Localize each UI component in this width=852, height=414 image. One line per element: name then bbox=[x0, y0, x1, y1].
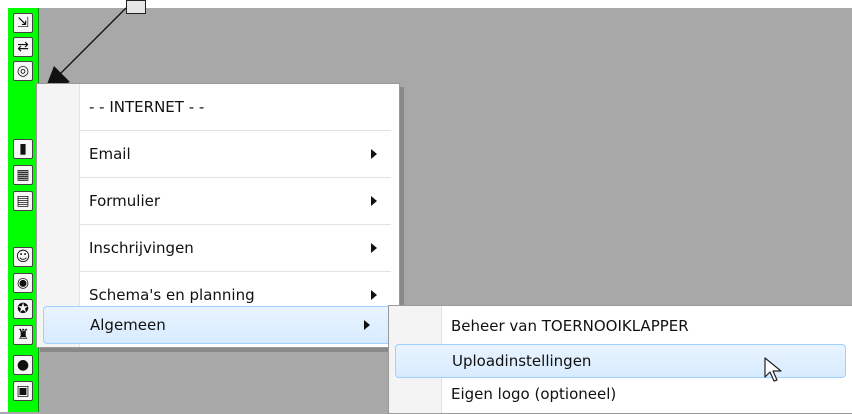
schedule-icon[interactable]: ▤ bbox=[11, 190, 35, 212]
people-icon[interactable]: ☺ bbox=[11, 246, 35, 268]
calendar-icon[interactable]: ▦ bbox=[11, 164, 35, 186]
trophy-icon[interactable]: ♜ bbox=[11, 324, 35, 346]
menu-item-label: - - INTERNET - - bbox=[89, 98, 205, 116]
exit-door-icon[interactable]: ⇲ bbox=[11, 12, 35, 34]
award-icon[interactable]: ✪ bbox=[11, 298, 35, 320]
mouse-pointer-icon bbox=[764, 357, 782, 382]
submenu-arrow-icon bbox=[371, 149, 377, 159]
menu-header-internet: - - INTERNET - - bbox=[79, 84, 399, 130]
menu-item-email[interactable]: Email bbox=[79, 131, 399, 177]
swap-arrows-icon[interactable]: ⇄ bbox=[11, 36, 35, 58]
menu-item-label: Inschrijvingen bbox=[89, 239, 194, 257]
submenu-item-eigen-logo[interactable]: Eigen logo (optioneel) bbox=[441, 378, 852, 410]
submenu-item-beheer-toernooiklapper[interactable]: Beheer van TOERNOOIKLAPPER bbox=[441, 310, 852, 342]
coin-icon[interactable]: ● bbox=[11, 354, 35, 376]
submenu-arrow-icon bbox=[371, 243, 377, 253]
submenu-item-label: Uploadinstellingen bbox=[452, 352, 592, 370]
globe-icon[interactable]: ◎ bbox=[11, 60, 35, 82]
submenu-arrow-icon bbox=[364, 320, 370, 330]
internet-context-menu: - - INTERNET - - Email Formulier Inschri… bbox=[36, 83, 400, 348]
menu-item-label: Formulier bbox=[89, 192, 161, 210]
target-icon[interactable]: ◉ bbox=[11, 272, 35, 294]
menu-item-label: Algemeen bbox=[90, 316, 166, 334]
menu-item-label: Email bbox=[89, 145, 131, 163]
document-icon[interactable]: ▣ bbox=[11, 380, 35, 402]
submenu-item-label: Eigen logo (optioneel) bbox=[451, 385, 617, 403]
submenu-item-label: Beheer van TOERNOOIKLAPPER bbox=[451, 317, 689, 335]
menu-item-algemeen[interactable]: Algemeen bbox=[43, 306, 393, 344]
menu-item-formulier[interactable]: Formulier bbox=[79, 178, 399, 224]
menu-item-inschrijvingen[interactable]: Inschrijvingen bbox=[79, 225, 399, 271]
left-toolbar: ⇲ ⇄ ◎ ▮ ▦ ▤ ☺ ◉ ✪ ♜ ● ▣ bbox=[8, 8, 39, 412]
menu-item-label: Schema's en planning bbox=[89, 286, 255, 304]
submenu-arrow-icon bbox=[371, 290, 377, 300]
submenu-arrow-icon bbox=[371, 196, 377, 206]
ruler-icon[interactable]: ▮ bbox=[11, 138, 35, 160]
